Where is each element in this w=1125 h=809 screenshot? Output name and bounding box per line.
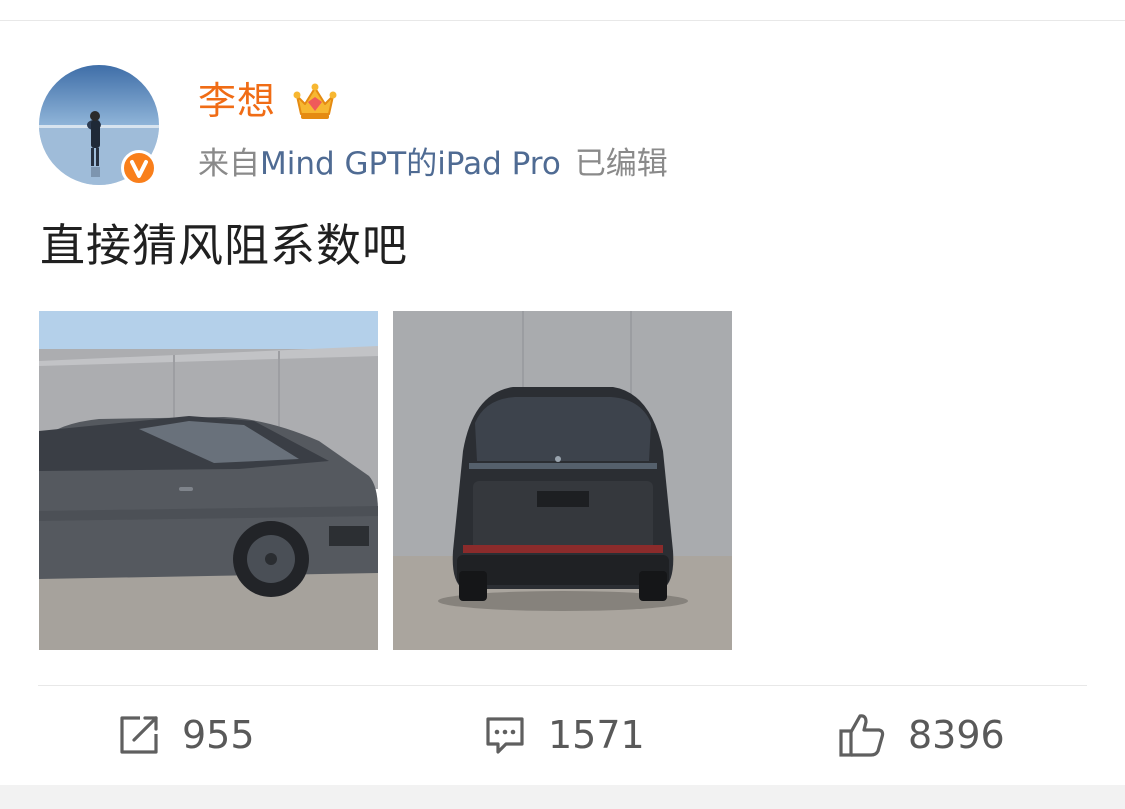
post-meta: 来自Mind GPT的iPad Pro 已编辑 bbox=[198, 142, 668, 186]
source-link[interactable]: Mind GPT的iPad Pro bbox=[260, 146, 561, 182]
top-divider bbox=[0, 20, 1125, 21]
comment-button[interactable]: 1571 bbox=[484, 710, 645, 760]
post-text: 直接猜风阻系数吧 bbox=[40, 219, 409, 272]
post-image-rear-view[interactable] bbox=[393, 311, 732, 650]
repost-button[interactable]: 955 bbox=[118, 710, 255, 760]
verified-v-icon bbox=[121, 150, 157, 186]
like-button[interactable]: 8396 bbox=[838, 710, 1005, 760]
comment-icon bbox=[484, 714, 526, 756]
thumbs-up-icon bbox=[838, 712, 886, 758]
post-image-side-view[interactable] bbox=[39, 311, 378, 650]
repost-count: 955 bbox=[182, 713, 255, 757]
source-prefix: 来自 bbox=[198, 146, 260, 182]
repost-icon bbox=[118, 714, 160, 756]
edited-label[interactable]: 已编辑 bbox=[575, 146, 668, 182]
footer-bar bbox=[0, 785, 1125, 809]
action-divider bbox=[38, 685, 1087, 686]
crown-icon[interactable] bbox=[292, 80, 338, 122]
like-count: 8396 bbox=[908, 713, 1005, 757]
comment-count: 1571 bbox=[548, 713, 645, 757]
author-name[interactable]: 李想 bbox=[198, 76, 276, 126]
